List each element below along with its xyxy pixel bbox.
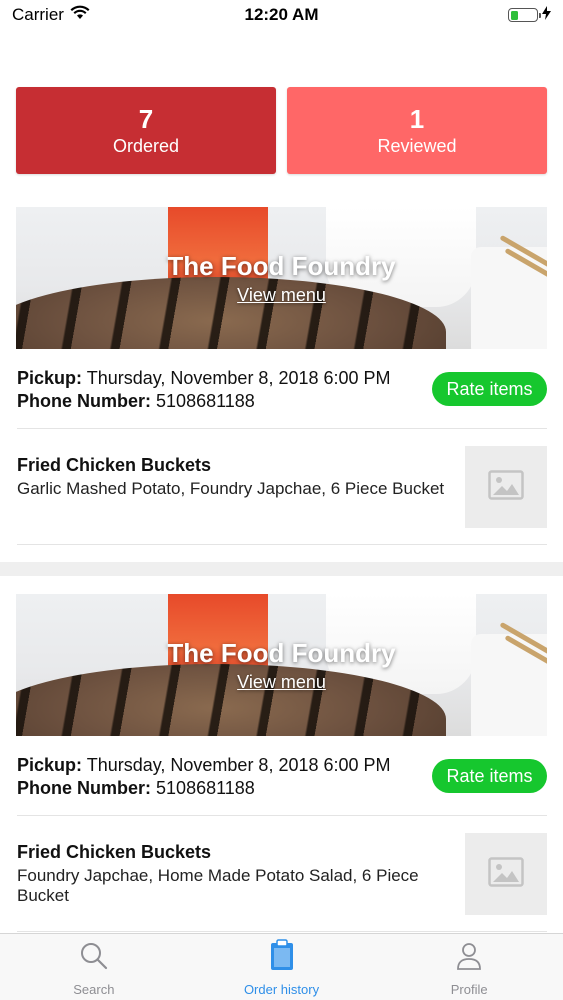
phone-row: Phone Number: 5108681188	[17, 777, 437, 800]
wifi-icon	[70, 5, 90, 25]
tab-profile[interactable]: Profile	[375, 934, 563, 1000]
reviewed-card[interactable]: 1 Reviewed	[287, 87, 547, 174]
pickup-row: Pickup: Thursday, November 8, 2018 6:00 …	[17, 367, 437, 390]
divider	[17, 815, 547, 816]
phone-row: Phone Number: 5108681188	[17, 390, 437, 413]
order-info: Pickup: Thursday, November 8, 2018 6:00 …	[17, 754, 437, 800]
restaurant-banner[interactable]: The Food Foundry View menu	[16, 594, 547, 736]
carrier-label: Carrier	[12, 5, 64, 24]
restaurant-name: The Food Foundry	[167, 638, 396, 668]
tab-profile-label: Profile	[450, 982, 488, 997]
pickup-value: Thursday, November 8, 2018 6:00 PM	[86, 755, 391, 775]
carrier-group: Carrier	[12, 5, 90, 25]
reviewed-count: 1	[409, 103, 425, 134]
phone-label: Phone Number:	[17, 391, 152, 411]
phone-value: 5108681188	[156, 391, 255, 411]
pickup-label: Pickup:	[17, 368, 83, 388]
tab-order-history-label: Order history	[243, 982, 320, 997]
item-name: Fried Chicken Buckets	[17, 455, 212, 475]
restaurant-name: The Food Foundry	[167, 251, 396, 281]
person-icon	[456, 941, 482, 976]
order-info: Pickup: Thursday, November 8, 2018 6:00 …	[17, 367, 437, 413]
charging-bolt-icon	[542, 5, 551, 25]
image-placeholder-icon	[488, 856, 524, 892]
view-menu-link[interactable]: View menu	[16, 285, 547, 306]
search-icon	[79, 941, 109, 976]
ordered-count: 7	[138, 103, 154, 134]
item-thumbnail[interactable]	[465, 833, 547, 915]
order-stats: 7 Ordered 1 Reviewed	[16, 87, 547, 174]
item-description: Garlic Mashed Potato, Foundry Japchae, 6…	[17, 479, 445, 498]
pickup-value: Thursday, November 8, 2018 6:00 PM	[86, 368, 391, 388]
rate-items-button[interactable]: Rate items	[432, 759, 547, 793]
reviewed-label: Reviewed	[377, 135, 457, 156]
pickup-label: Pickup:	[17, 755, 83, 775]
tab-order-history[interactable]: Order history	[188, 934, 376, 1000]
pickup-row: Pickup: Thursday, November 8, 2018 6:00 …	[17, 754, 437, 777]
divider	[17, 931, 547, 932]
divider	[17, 428, 547, 429]
restaurant-banner[interactable]: The Food Foundry View menu	[16, 207, 547, 349]
phone-label: Phone Number:	[17, 778, 152, 798]
item-thumbnail[interactable]	[465, 446, 547, 528]
tab-search[interactable]: Search	[0, 934, 188, 1000]
status-bar: Carrier 12:20 AM	[0, 0, 563, 30]
item-name: Fried Chicken Buckets	[17, 842, 212, 862]
battery-icon	[508, 8, 541, 22]
rate-items-button[interactable]: Rate items	[432, 372, 547, 406]
tab-bar: Search Order history Profile	[0, 933, 563, 1000]
ordered-label: Ordered	[112, 135, 180, 156]
image-placeholder-icon	[488, 469, 524, 505]
ordered-card[interactable]: 7 Ordered	[16, 87, 276, 174]
item-description: Foundry Japchae, Home Made Potato Salad,…	[17, 866, 419, 905]
battery-group	[508, 5, 551, 25]
section-separator	[0, 562, 563, 576]
divider	[17, 544, 547, 545]
view-menu-link[interactable]: View menu	[16, 672, 547, 693]
clipboard-icon	[269, 939, 295, 976]
tab-search-label: Search	[73, 982, 115, 997]
phone-value: 5108681188	[156, 778, 255, 798]
